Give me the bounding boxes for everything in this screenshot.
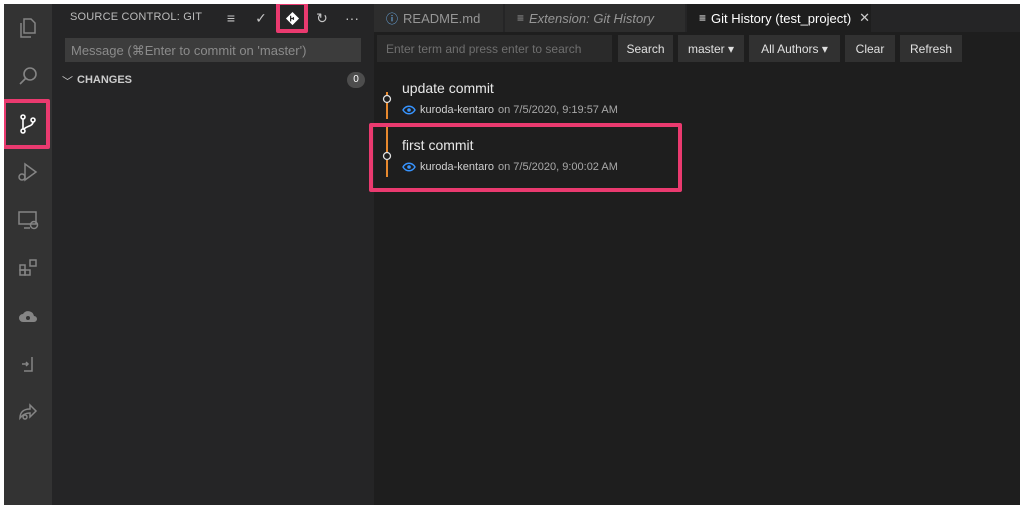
- refresh-button[interactable]: Refresh: [900, 35, 962, 62]
- tab-git-history-project[interactable]: ≡ Git History (test_project) ✕: [687, 4, 872, 32]
- commit-message-input[interactable]: [65, 38, 361, 62]
- tab-label: Git History (test_project): [711, 10, 852, 26]
- commit-row[interactable]: first commit kuroda-kentaro on 7/5/2020,…: [374, 137, 1020, 193]
- chevron-down-icon: ﹀: [62, 76, 73, 88]
- branch-dropdown[interactable]: master ▾: [678, 35, 744, 62]
- editor-area: ⓘ README.md ≡ Extension: Git History ≡ G…: [369, 4, 1020, 505]
- tab-label: Extension: Git History: [529, 10, 655, 26]
- commit-check-icon[interactable]: ✓: [250, 7, 272, 29]
- changes-section-header[interactable]: ﹀ CHANGES 0: [52, 70, 374, 92]
- preview-icon: ≡: [699, 11, 707, 25]
- eye-icon: [402, 105, 416, 115]
- history-search-input[interactable]: [377, 35, 612, 62]
- changes-count-badge: 0: [347, 72, 365, 88]
- preview-icon: ≡: [517, 11, 525, 25]
- tab-bar: ⓘ README.md ≡ Extension: Git History ≡ G…: [374, 4, 1020, 32]
- commit-row[interactable]: update commit kuroda-kentaro on 7/5/2020…: [374, 80, 1020, 136]
- extensions-icon[interactable]: [4, 244, 52, 292]
- sidebar-title: SOURCE CONTROL: GIT: [70, 11, 203, 23]
- commit-author: kuroda-kentaro: [420, 161, 494, 173]
- source-control-icon[interactable]: [4, 100, 52, 148]
- tab-readme[interactable]: ⓘ README.md: [374, 4, 504, 32]
- close-icon[interactable]: ✕: [859, 10, 870, 26]
- git-history-icon[interactable]: [281, 7, 303, 29]
- container-icon[interactable]: [4, 340, 52, 388]
- commit-meta: kuroda-kentaro on 7/5/2020, 9:00:02 AM: [402, 161, 618, 173]
- commit-date: on 7/5/2020, 9:19:57 AM: [498, 104, 618, 116]
- view-as-list-icon[interactable]: ≡: [220, 7, 242, 29]
- explorer-icon[interactable]: [4, 4, 52, 52]
- eye-icon: [402, 162, 416, 172]
- commit-title: first commit: [402, 137, 474, 153]
- commit-date: on 7/5/2020, 9:00:02 AM: [498, 161, 618, 173]
- live-share-icon[interactable]: [4, 388, 52, 436]
- vscode-window: SOURCE CONTROL: GIT ≡ ✓ ↻ ··· ﹀ CHANGES …: [4, 4, 1020, 505]
- authors-dropdown[interactable]: All Authors ▾: [749, 35, 840, 62]
- debug-icon[interactable]: [4, 148, 52, 196]
- search-icon[interactable]: [4, 52, 52, 100]
- commit-title: update commit: [402, 80, 494, 96]
- commit-meta: kuroda-kentaro on 7/5/2020, 9:19:57 AM: [402, 104, 618, 116]
- search-button[interactable]: Search: [618, 35, 673, 62]
- clear-button[interactable]: Clear: [845, 35, 895, 62]
- remote-explorer-icon[interactable]: [4, 196, 52, 244]
- tab-extension-git-history[interactable]: ≡ Extension: Git History: [505, 4, 686, 32]
- sidebar-header: SOURCE CONTROL: GIT ≡ ✓ ↻ ···: [52, 4, 374, 33]
- source-control-sidebar: SOURCE CONTROL: GIT ≡ ✓ ↻ ··· ﹀ CHANGES …: [52, 4, 374, 505]
- commit-author: kuroda-kentaro: [420, 104, 494, 116]
- info-icon: ⓘ: [386, 11, 399, 26]
- more-actions-icon[interactable]: ···: [341, 7, 363, 29]
- activity-bar: [4, 4, 52, 505]
- cloud-icon[interactable]: [4, 292, 52, 340]
- tab-label: README.md: [403, 10, 481, 26]
- changes-label: CHANGES: [77, 74, 133, 86]
- refresh-icon[interactable]: ↻: [311, 7, 333, 29]
